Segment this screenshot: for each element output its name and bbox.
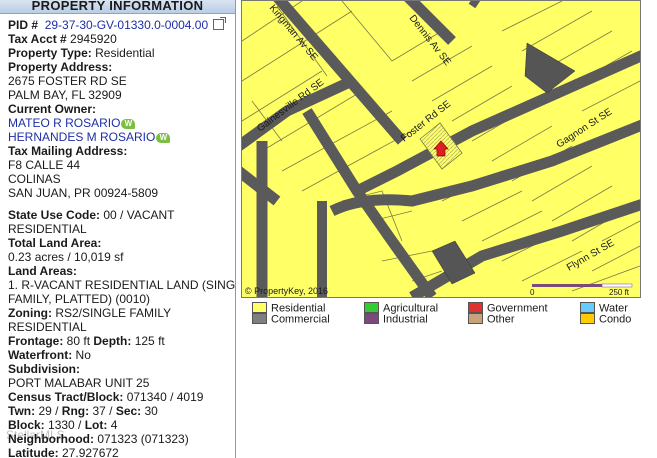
- panel-title: PROPERTY INFORMATION: [0, 0, 235, 14]
- total-land-value: 0.23 acres / 10,019 sf: [8, 250, 124, 264]
- latitude-row: Latitude: 27.927672: [8, 446, 235, 458]
- frontage-row: Frontage: 80 ft Depth: 125 ft: [8, 334, 235, 348]
- land-areas-line-1: 1. R-VACANT RESIDENTIAL LAND (SINGLE: [8, 278, 236, 292]
- owner-2-row: HERNANDES M ROSARIO W: [8, 130, 235, 144]
- state-use-label: State Use Code:: [8, 208, 101, 222]
- zoning-label: Zoning:: [8, 306, 52, 320]
- pid-label: PID #: [8, 18, 39, 32]
- land-use-legend: Residential Agricultural Government Wate…: [252, 302, 642, 326]
- land-areas-line-2: FAMILY, PLATTED) (0010): [8, 292, 151, 306]
- watermark: StellarMLS: [6, 428, 65, 442]
- legend-swatch: [364, 302, 379, 313]
- w-icon[interactable]: W: [121, 118, 136, 129]
- zoning-value: RS2/SINGLE FAMILY: [51, 306, 172, 320]
- map-copyright: © PropertyKey, 2016: [245, 286, 328, 296]
- mailing-line-1: F8 CALLE 44: [8, 158, 81, 172]
- legend-item-industrial: Industrial: [364, 313, 428, 326]
- zoning-row: Zoning: RS2/SINGLE FAMILY: [8, 306, 235, 320]
- mailing-line-3: SAN JUAN, PR 00924-5809: [8, 186, 159, 200]
- parcel-map[interactable]: Kingman Av SE Dennis Av SE Gainesville R…: [241, 0, 641, 298]
- twn-label: Twn:: [8, 404, 36, 418]
- legend-swatch: [252, 302, 267, 313]
- current-owner-label: Current Owner:: [8, 102, 97, 116]
- property-type-row: Property Type: Residential: [8, 46, 235, 60]
- waterfront-row: Waterfront: No: [8, 348, 235, 362]
- owner-1-row: MATEO R ROSARIO W: [8, 116, 235, 130]
- property-info-panel: PROPERTY INFORMATION PID # 29-37-30-GV-0…: [0, 0, 236, 458]
- sec-value: 30: [141, 404, 158, 418]
- legend-swatch: [364, 313, 379, 324]
- pid-link[interactable]: 29-37-30-GV-01330.0-0004.00: [45, 18, 208, 32]
- neighborhood-value: 071323 (071323): [93, 432, 189, 446]
- census-row: Census Tract/Block: 071340 / 4019: [8, 390, 235, 404]
- waterfront-value: No: [72, 348, 91, 362]
- legend-label: Industrial: [383, 313, 428, 326]
- panel-body: PID # 29-37-30-GV-01330.0-0004.00 Tax Ac…: [0, 14, 235, 458]
- lot-value: 4: [107, 418, 118, 432]
- legend-swatch: [468, 313, 483, 324]
- subdivision-label: Subdivision:: [8, 362, 80, 376]
- total-land-label: Total Land Area:: [8, 236, 102, 250]
- owner-2-link[interactable]: HERNANDES M ROSARIO: [8, 130, 155, 144]
- twn-rng-sec-row: Twn: 29 / Rng: 37 / Sec: 30: [8, 404, 235, 418]
- legend-label: Other: [487, 313, 515, 326]
- w-icon[interactable]: W: [156, 132, 171, 143]
- tax-acct-row: Tax Acct # 2945920: [8, 32, 235, 46]
- owner-1-link[interactable]: MATEO R ROSARIO: [8, 116, 120, 130]
- land-areas-label: Land Areas:: [8, 264, 77, 278]
- legend-swatch: [580, 302, 595, 313]
- legend-label: Condo: [599, 313, 632, 326]
- frontage-label: Frontage:: [8, 334, 64, 348]
- legend-swatch: [468, 302, 483, 313]
- legend-label: Commercial: [271, 313, 330, 326]
- frontage-value: 80 ft: [63, 334, 94, 348]
- state-use-value-2: RESIDENTIAL: [8, 222, 87, 236]
- depth-label: Depth:: [93, 334, 132, 348]
- state-use-value: 00 / VACANT: [100, 208, 175, 222]
- latitude-label: Latitude:: [8, 446, 59, 458]
- parcel-map-svg: Kingman Av SE Dennis Av SE Gainesville R…: [242, 1, 640, 297]
- mailing-line-2: COLINAS: [8, 172, 61, 186]
- legend-item-commercial: Commercial: [252, 313, 330, 326]
- census-value: 071340 / 4019: [123, 390, 204, 404]
- legend-item-other: Other: [468, 313, 515, 326]
- address-line-2: PALM BAY, FL 32909: [8, 88, 122, 102]
- property-type-value: Residential: [95, 46, 155, 60]
- property-type-label: Property Type:: [8, 46, 92, 60]
- census-label: Census Tract/Block:: [8, 390, 124, 404]
- state-use-row: State Use Code: 00 / VACANT: [8, 208, 235, 222]
- subdivision-value: PORT MALABAR UNIT 25: [8, 376, 150, 390]
- tax-acct-value: 2945920: [70, 32, 117, 46]
- lot-label: Lot:: [84, 418, 108, 432]
- tax-mailing-label: Tax Mailing Address:: [8, 144, 128, 158]
- legend-swatch: [252, 313, 267, 324]
- address-line-1: 2675 FOSTER RD SE: [8, 74, 127, 88]
- latitude-value: 27.927672: [58, 446, 119, 458]
- rng-label: Rng:: [61, 404, 90, 418]
- tax-acct-label: Tax Acct #: [8, 32, 67, 46]
- legend-swatch: [580, 313, 595, 324]
- external-link-icon[interactable]: [213, 17, 227, 30]
- zoning-value-2: RESIDENTIAL: [8, 320, 87, 334]
- scale-end: 250 ft: [609, 288, 630, 297]
- rng-value: 37 /: [89, 404, 116, 418]
- waterfront-label: Waterfront:: [8, 348, 73, 362]
- pid-row: PID # 29-37-30-GV-01330.0-0004.00: [8, 17, 235, 32]
- property-address-label: Property Address:: [8, 60, 113, 74]
- legend-item-condo: Condo: [580, 313, 632, 326]
- twn-value: 29 /: [35, 404, 62, 418]
- sec-label: Sec:: [115, 404, 142, 418]
- scale-start: 0: [530, 288, 535, 297]
- depth-value: 125 ft: [131, 334, 165, 348]
